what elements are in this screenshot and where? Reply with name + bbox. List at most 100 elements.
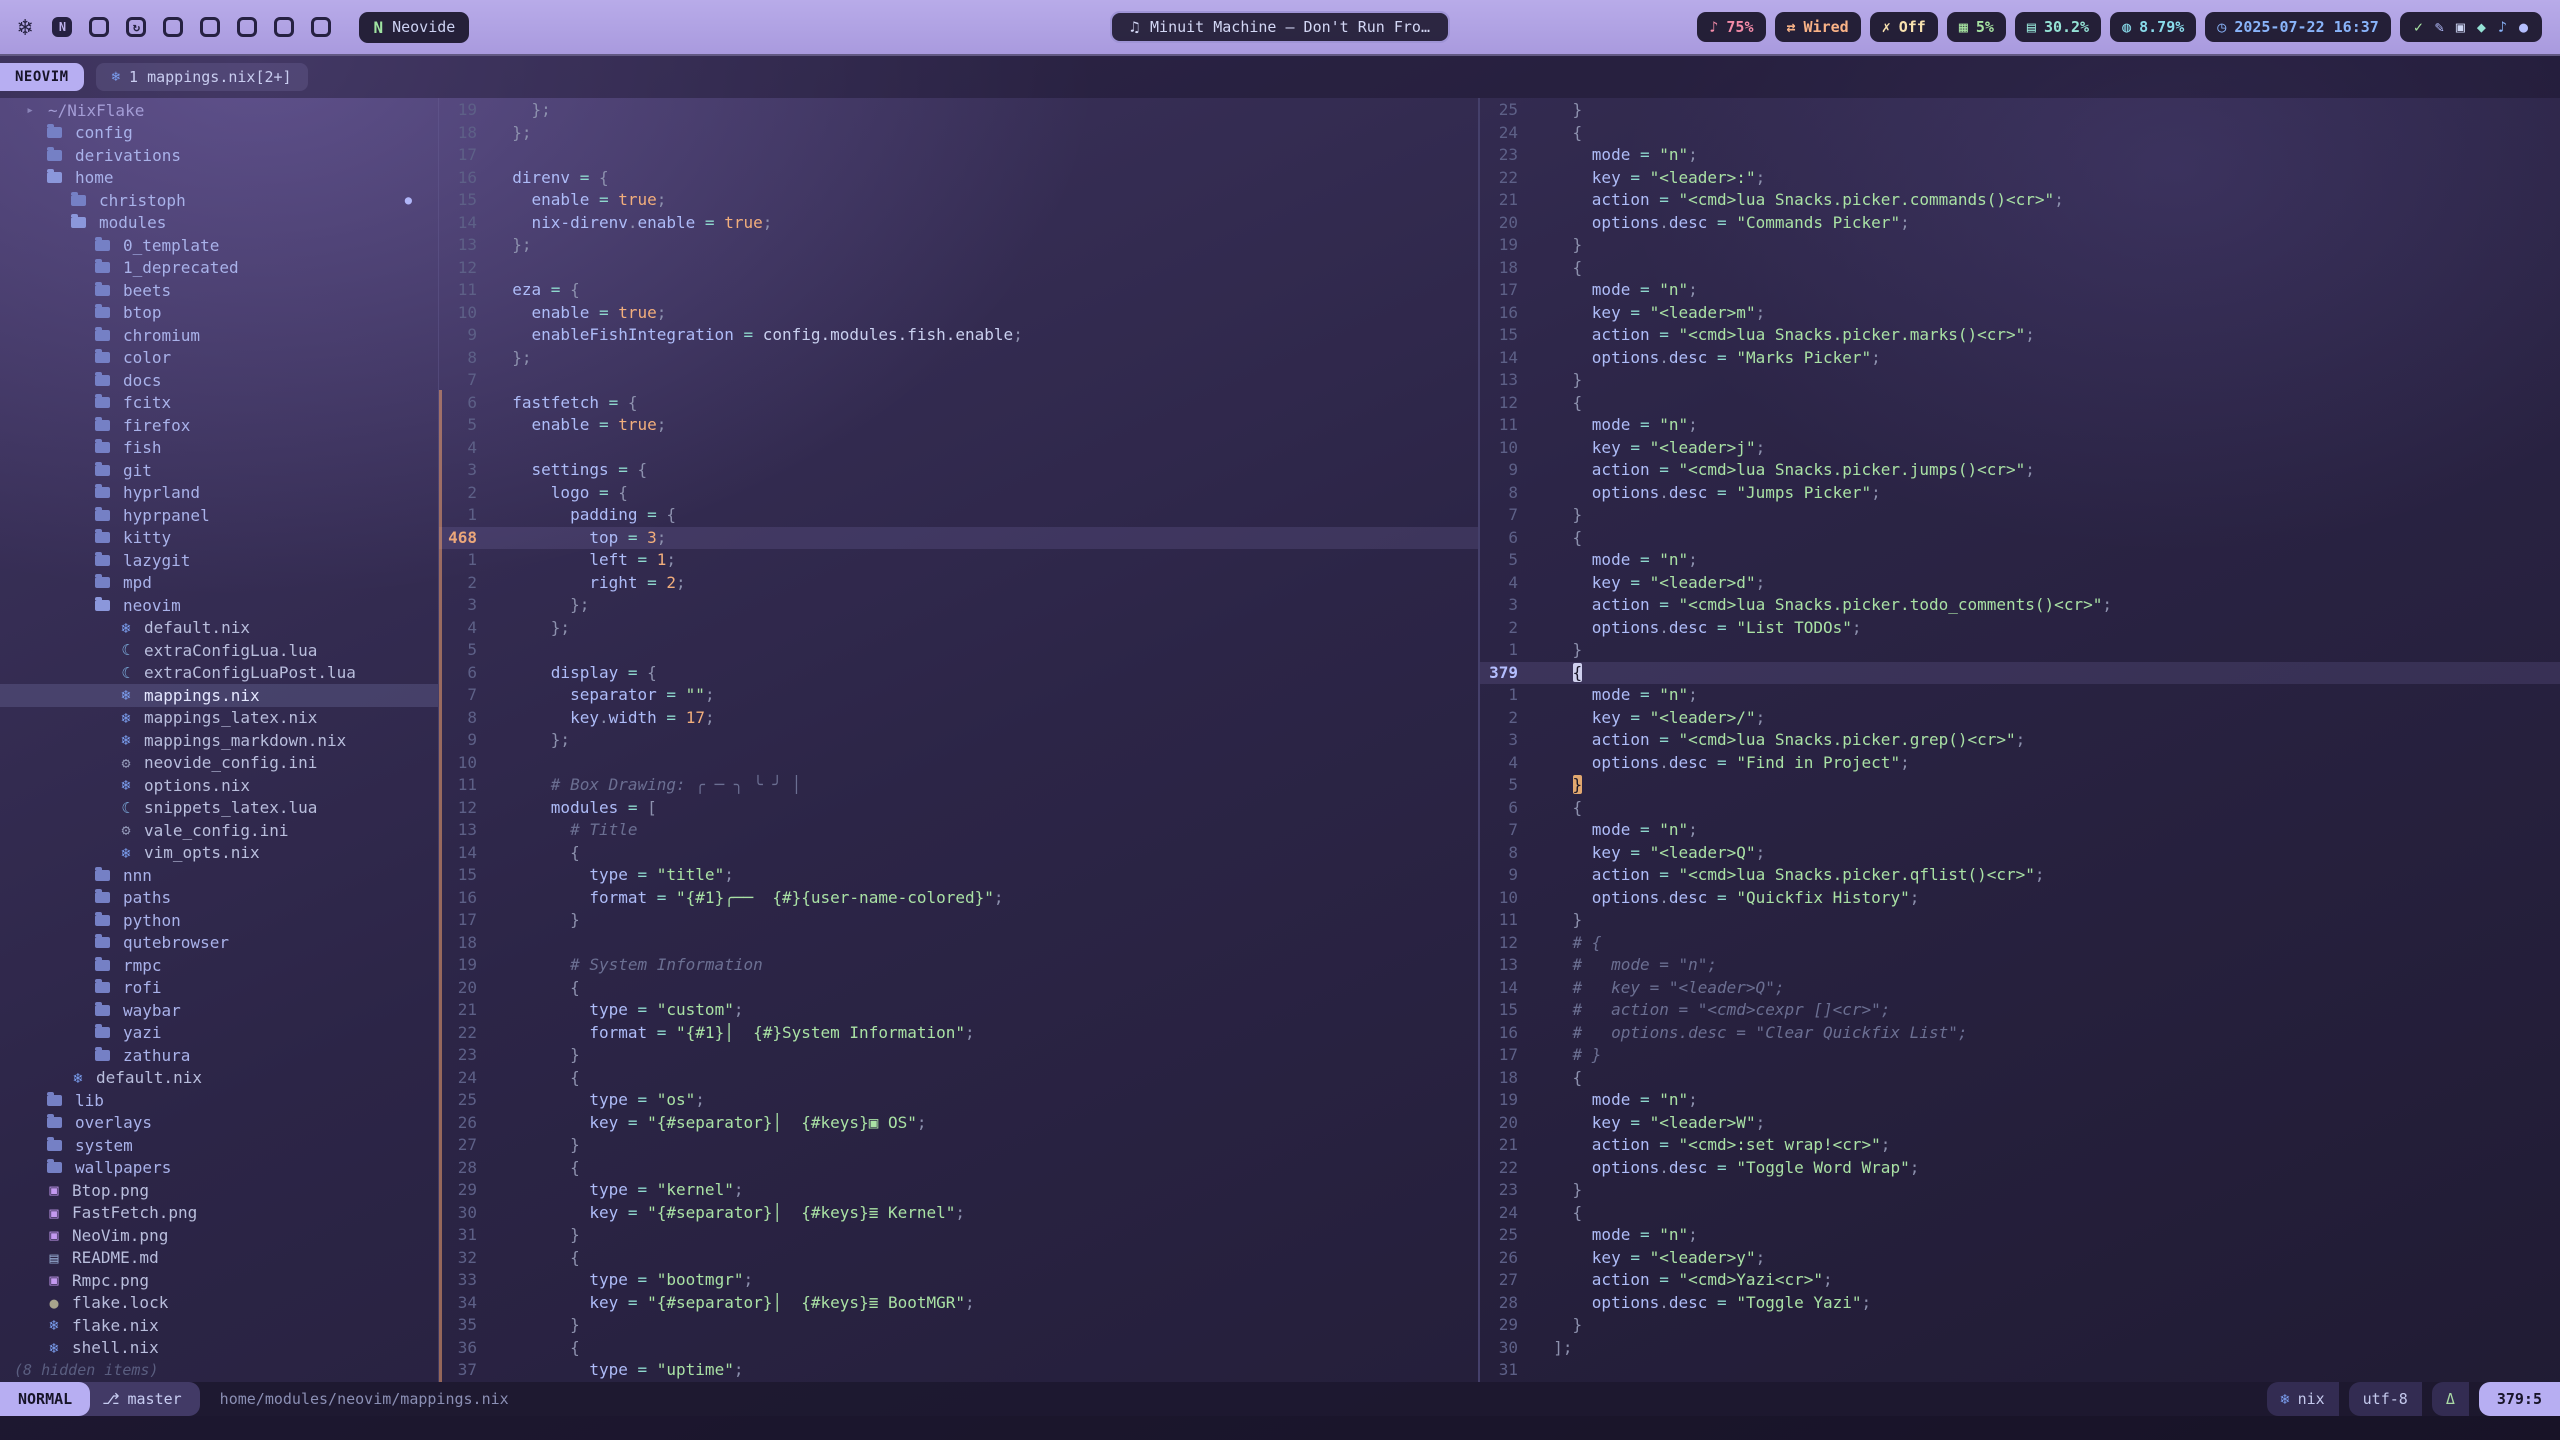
tree-item[interactable]: color bbox=[0, 347, 438, 370]
code-line[interactable]: 22 format = "{#1}│ {#}System Information… bbox=[439, 1022, 1478, 1045]
workspace-6[interactable] bbox=[237, 17, 257, 37]
code-line[interactable]: 4 key = "<leader>d"; bbox=[1480, 572, 2560, 595]
code-line[interactable]: 5 enable = true; bbox=[439, 414, 1478, 437]
code-line[interactable]: 12 bbox=[439, 257, 1478, 280]
code-line[interactable]: 14 { bbox=[439, 842, 1478, 865]
tree-item[interactable]: rmpc bbox=[0, 954, 438, 977]
tree-item[interactable]: git bbox=[0, 459, 438, 482]
code-line[interactable]: 13 }; bbox=[439, 234, 1478, 257]
workspace-7[interactable] bbox=[274, 17, 294, 37]
tree-item[interactable]: ▤README.md bbox=[0, 1247, 438, 1270]
tree-item[interactable]: overlays bbox=[0, 1112, 438, 1135]
code-line[interactable]: 29 type = "kernel"; bbox=[439, 1179, 1478, 1202]
tree-item[interactable]: beets bbox=[0, 279, 438, 302]
code-line[interactable]: 23 mode = "n"; bbox=[1480, 144, 2560, 167]
code-line[interactable]: 24 { bbox=[1480, 1202, 2560, 1225]
code-line[interactable]: 35 } bbox=[439, 1314, 1478, 1337]
code-line[interactable]: 9 enableFishIntegration = config.modules… bbox=[439, 324, 1478, 347]
code-line[interactable]: 10 key = "<leader>j"; bbox=[1480, 437, 2560, 460]
tree-item[interactable]: fish bbox=[0, 437, 438, 460]
workspace-4[interactable] bbox=[163, 17, 183, 37]
code-line[interactable]: 18 bbox=[439, 932, 1478, 955]
network-module[interactable]: ⇄Wired bbox=[1775, 12, 1861, 42]
tree-item[interactable]: ☾snippets_latex.lua bbox=[0, 797, 438, 820]
tree-item[interactable]: yazi bbox=[0, 1022, 438, 1045]
code-line[interactable]: 17 # } bbox=[1480, 1044, 2560, 1067]
tree-item[interactable]: nnn bbox=[0, 864, 438, 887]
editor-window-right[interactable]: 25 } 24 { 23 mode = "n";22 key = "<leader>… bbox=[1478, 98, 2560, 1382]
code-line[interactable]: 11 } bbox=[1480, 909, 2560, 932]
tree-item[interactable]: ●flake.lock bbox=[0, 1292, 438, 1315]
code-line[interactable]: 3 action = "<cmd>lua Snacks.picker.todo_… bbox=[1480, 594, 2560, 617]
tree-item[interactable]: waybar bbox=[0, 999, 438, 1022]
tree-item[interactable]: ❄flake.nix bbox=[0, 1314, 438, 1337]
code-line[interactable]: 27 action = "<cmd>Yazi<cr>"; bbox=[1480, 1269, 2560, 1292]
code-line[interactable]: 18 { bbox=[1480, 257, 2560, 280]
code-line[interactable]: 8 options.desc = "Jumps Picker"; bbox=[1480, 482, 2560, 505]
bluetooth-module[interactable]: ✗Off bbox=[1870, 12, 1938, 42]
memory-module[interactable]: ▤30.2% bbox=[2015, 12, 2101, 42]
tree-item[interactable]: lib bbox=[0, 1089, 438, 1112]
tree-item[interactable]: christoph● bbox=[0, 189, 438, 212]
media-icon[interactable]: ♪ bbox=[2498, 18, 2507, 36]
code-line[interactable]: 3 settings = { bbox=[439, 459, 1478, 482]
code-line[interactable]: 31 } bbox=[439, 1224, 1478, 1247]
tree-item[interactable]: hyprpanel bbox=[0, 504, 438, 527]
code-line[interactable]: 16 direnv = { bbox=[439, 167, 1478, 190]
code-line[interactable]: 21 type = "custom"; bbox=[439, 999, 1478, 1022]
edit-icon[interactable]: ✎ bbox=[2435, 18, 2444, 36]
media-player-module[interactable]: ♫ Minuit Machine – Don't Run Fro… bbox=[1110, 11, 1450, 43]
code-line[interactable]: 28 { bbox=[439, 1157, 1478, 1180]
code-line[interactable]: 5 mode = "n"; bbox=[1480, 549, 2560, 572]
tree-item[interactable]: 1_deprecated bbox=[0, 257, 438, 280]
code-line[interactable]: 23 } bbox=[439, 1044, 1478, 1067]
code-line[interactable]: 1 mode = "n"; bbox=[1480, 684, 2560, 707]
tree-item[interactable]: ▣FastFetch.png bbox=[0, 1202, 438, 1225]
code-line[interactable]: 18 { bbox=[1480, 1067, 2560, 1090]
code-line[interactable]: 2 options.desc = "List TODOs"; bbox=[1480, 617, 2560, 640]
code-line[interactable]: 36 { bbox=[439, 1337, 1478, 1360]
tree-item[interactable]: 0_template bbox=[0, 234, 438, 257]
code-line[interactable]: 11 mode = "n"; bbox=[1480, 414, 2560, 437]
code-line[interactable]: 19 }; bbox=[439, 99, 1478, 122]
active-window-module[interactable]: N Neovide bbox=[359, 12, 469, 43]
code-line[interactable]: 1 padding = { bbox=[439, 504, 1478, 527]
code-line[interactable]: 1 } bbox=[1480, 639, 2560, 662]
tree-item[interactable]: ❄options.nix bbox=[0, 774, 438, 797]
code-line[interactable]: 10 options.desc = "Quickfix History"; bbox=[1480, 887, 2560, 910]
tree-item[interactable]: modules bbox=[0, 212, 438, 235]
code-line[interactable]: 3 }; bbox=[439, 594, 1478, 617]
code-line[interactable]: 22 key = "<leader>:"; bbox=[1480, 167, 2560, 190]
code-line[interactable]: 13 # Title bbox=[439, 819, 1478, 842]
code-line[interactable]: 7 mode = "n"; bbox=[1480, 819, 2560, 842]
tree-item[interactable]: ❄mappings.nix bbox=[0, 684, 438, 707]
tree-item[interactable]: ▣Btop.png bbox=[0, 1179, 438, 1202]
code-line[interactable]: 9 action = "<cmd>lua Snacks.picker.jumps… bbox=[1480, 459, 2560, 482]
tree-item[interactable]: ☾extraConfigLuaPost.lua bbox=[0, 662, 438, 685]
code-line[interactable]: 25 } bbox=[1480, 99, 2560, 122]
tree-item[interactable]: docs bbox=[0, 369, 438, 392]
tree-item[interactable]: wallpapers bbox=[0, 1157, 438, 1180]
code-line[interactable]: 16 format = "{#1}╭── {#}{user-name-color… bbox=[439, 887, 1478, 910]
workspace-3[interactable]: ↻ bbox=[126, 17, 146, 37]
tree-item[interactable]: ❄default.nix bbox=[0, 1067, 438, 1090]
code-line[interactable]: 7 separator = ""; bbox=[439, 684, 1478, 707]
code-line[interactable]: 2 key = "<leader>/"; bbox=[1480, 707, 2560, 730]
code-line[interactable]: 2 right = 2; bbox=[439, 572, 1478, 595]
code-line[interactable]: 5 bbox=[439, 639, 1478, 662]
nixos-logo-icon[interactable]: ❄ bbox=[18, 13, 32, 41]
code-line[interactable]: 26 key = "{#separator}│ {#keys}▣ OS"; bbox=[439, 1112, 1478, 1135]
code-line[interactable]: 12 { bbox=[1480, 392, 2560, 415]
code-line[interactable]: 6 display = { bbox=[439, 662, 1478, 685]
workspace-2[interactable] bbox=[89, 17, 109, 37]
tree-item[interactable]: lazygit bbox=[0, 549, 438, 572]
code-line[interactable]: 6 { bbox=[1480, 527, 2560, 550]
code-line[interactable]: 17 } bbox=[439, 909, 1478, 932]
code-line[interactable]: 15 # action = "<cmd>cexpr []<cr>"; bbox=[1480, 999, 2560, 1022]
workspace-8[interactable] bbox=[311, 17, 331, 37]
code-line[interactable]: 29 } bbox=[1480, 1314, 2560, 1337]
code-line[interactable]: 18 }; bbox=[439, 122, 1478, 145]
tree-item[interactable]: ❄default.nix bbox=[0, 617, 438, 640]
code-line[interactable]: 4 bbox=[439, 437, 1478, 460]
code-line[interactable]: 16 key = "<leader>m"; bbox=[1480, 302, 2560, 325]
